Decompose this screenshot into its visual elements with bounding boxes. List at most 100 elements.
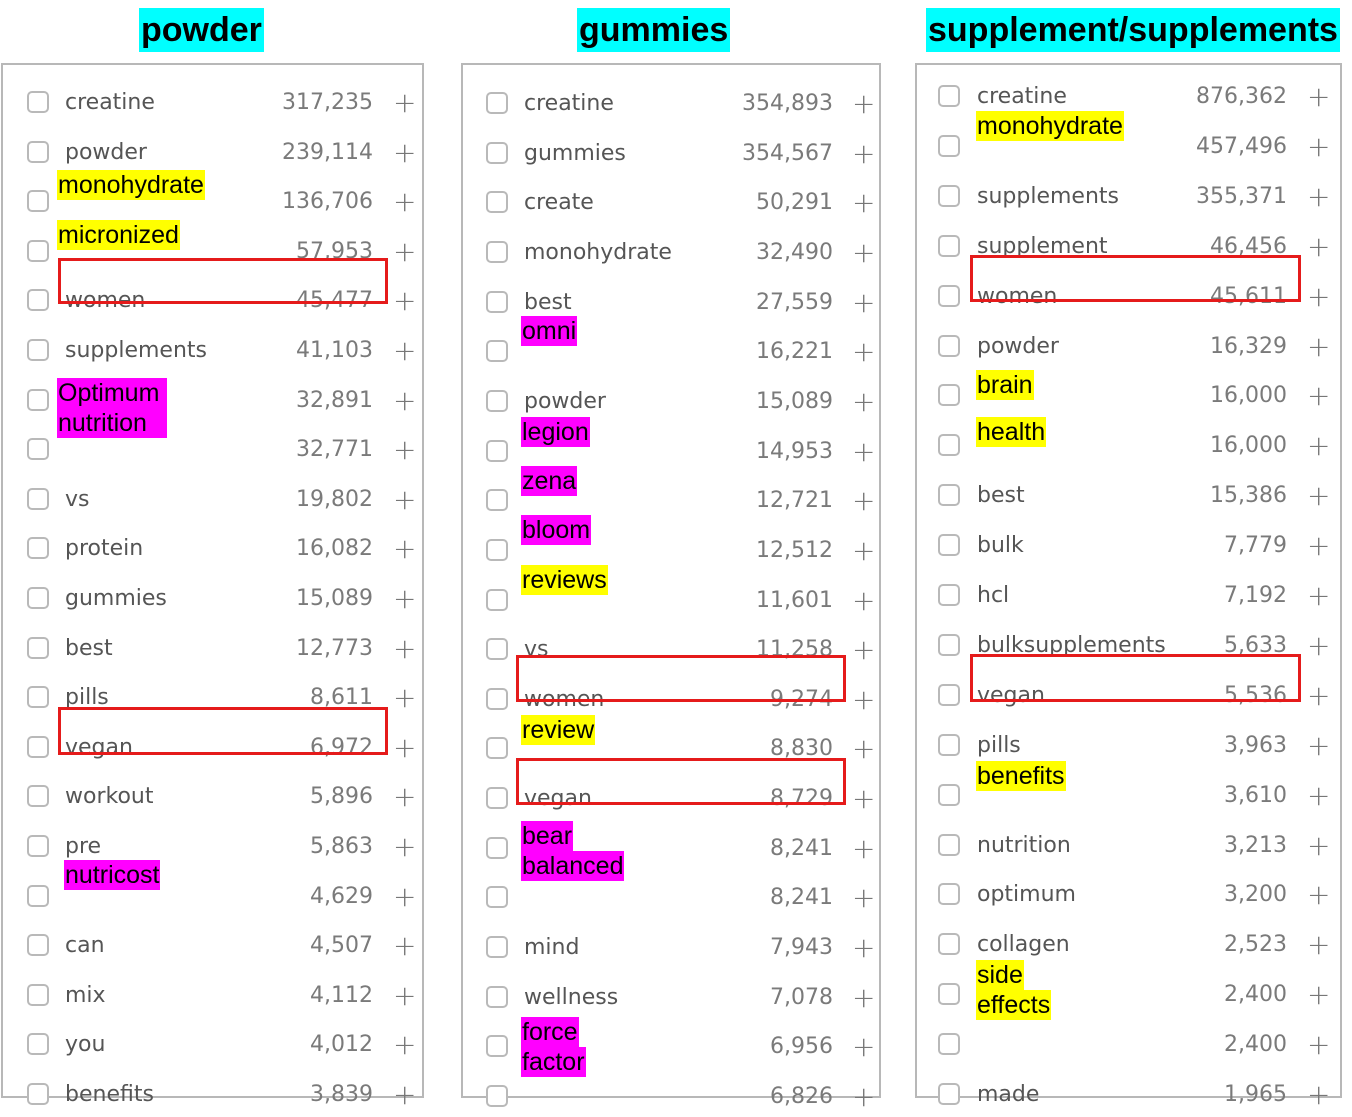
checkbox-icon[interactable] <box>938 883 960 905</box>
checkbox-icon[interactable] <box>27 339 49 361</box>
plus-icon[interactable]: + <box>1307 626 1330 666</box>
checkbox-icon[interactable] <box>938 384 960 406</box>
plus-icon[interactable]: + <box>1307 776 1330 816</box>
checkbox-icon[interactable] <box>486 390 508 412</box>
checkbox-icon[interactable] <box>486 539 508 561</box>
plus-icon[interactable]: + <box>1307 127 1330 167</box>
plus-icon[interactable]: + <box>1307 227 1330 267</box>
plus-icon[interactable]: + <box>393 430 416 470</box>
checkbox-icon[interactable] <box>938 584 960 606</box>
checkbox-icon[interactable] <box>486 688 508 710</box>
plus-icon[interactable]: + <box>852 332 875 372</box>
checkbox-icon[interactable] <box>27 289 49 311</box>
plus-icon[interactable]: + <box>852 1027 875 1067</box>
checkbox-icon[interactable] <box>938 135 960 157</box>
plus-icon[interactable]: + <box>393 926 416 966</box>
plus-icon[interactable]: + <box>852 134 875 174</box>
checkbox-icon[interactable] <box>938 434 960 456</box>
checkbox-icon[interactable] <box>486 142 508 164</box>
plus-icon[interactable]: + <box>393 1025 416 1065</box>
plus-icon[interactable]: + <box>393 232 416 272</box>
plus-icon[interactable]: + <box>852 978 875 1018</box>
checkbox-icon[interactable] <box>27 637 49 659</box>
checkbox-icon[interactable] <box>27 785 49 807</box>
plus-icon[interactable]: + <box>1307 77 1330 117</box>
plus-icon[interactable]: + <box>852 283 875 323</box>
plus-icon[interactable]: + <box>393 728 416 768</box>
plus-icon[interactable]: + <box>852 1077 875 1117</box>
checkbox-icon[interactable] <box>486 92 508 114</box>
checkbox-icon[interactable] <box>938 1083 960 1105</box>
checkbox-icon[interactable] <box>938 983 960 1005</box>
plus-icon[interactable]: + <box>852 481 875 521</box>
checkbox-icon[interactable] <box>938 634 960 656</box>
checkbox-icon[interactable] <box>486 191 508 213</box>
checkbox-icon[interactable] <box>486 1085 508 1107</box>
plus-icon[interactable]: + <box>852 729 875 769</box>
plus-icon[interactable]: + <box>852 581 875 621</box>
checkbox-icon[interactable] <box>27 736 49 758</box>
checkbox-icon[interactable] <box>938 834 960 856</box>
plus-icon[interactable]: + <box>393 529 416 569</box>
plus-icon[interactable]: + <box>852 779 875 819</box>
plus-icon[interactable]: + <box>852 84 875 124</box>
checkbox-icon[interactable] <box>27 389 49 411</box>
checkbox-icon[interactable] <box>486 986 508 1008</box>
checkbox-icon[interactable] <box>27 934 49 956</box>
plus-icon[interactable]: + <box>852 382 875 422</box>
checkbox-icon[interactable] <box>486 886 508 908</box>
plus-icon[interactable]: + <box>1307 726 1330 766</box>
plus-icon[interactable]: + <box>1307 925 1330 965</box>
plus-icon[interactable]: + <box>393 827 416 867</box>
plus-icon[interactable]: + <box>1307 576 1330 616</box>
checkbox-icon[interactable] <box>27 1033 49 1055</box>
checkbox-icon[interactable] <box>486 440 508 462</box>
checkbox-icon[interactable] <box>27 537 49 559</box>
checkbox-icon[interactable] <box>27 438 49 460</box>
checkbox-icon[interactable] <box>27 885 49 907</box>
plus-icon[interactable]: + <box>393 331 416 371</box>
plus-icon[interactable]: + <box>393 777 416 817</box>
plus-icon[interactable]: + <box>852 233 875 273</box>
plus-icon[interactable]: + <box>1307 476 1330 516</box>
checkbox-icon[interactable] <box>27 141 49 163</box>
checkbox-icon[interactable] <box>486 1035 508 1057</box>
checkbox-icon[interactable] <box>486 638 508 660</box>
plus-icon[interactable]: + <box>393 877 416 917</box>
plus-icon[interactable]: + <box>1307 676 1330 716</box>
plus-icon[interactable]: + <box>1307 376 1330 416</box>
plus-icon[interactable]: + <box>852 928 875 968</box>
checkbox-icon[interactable] <box>486 489 508 511</box>
checkbox-icon[interactable] <box>486 291 508 313</box>
plus-icon[interactable]: + <box>1307 526 1330 566</box>
checkbox-icon[interactable] <box>938 335 960 357</box>
plus-icon[interactable]: + <box>852 432 875 472</box>
plus-icon[interactable]: + <box>1307 1075 1330 1115</box>
plus-icon[interactable]: + <box>393 678 416 718</box>
plus-icon[interactable]: + <box>852 630 875 670</box>
checkbox-icon[interactable] <box>938 484 960 506</box>
plus-icon[interactable]: + <box>393 381 416 421</box>
checkbox-icon[interactable] <box>486 737 508 759</box>
plus-icon[interactable]: + <box>1307 975 1330 1015</box>
checkbox-icon[interactable] <box>27 984 49 1006</box>
checkbox-icon[interactable] <box>486 936 508 958</box>
plus-icon[interactable]: + <box>393 133 416 173</box>
checkbox-icon[interactable] <box>938 185 960 207</box>
plus-icon[interactable]: + <box>852 531 875 571</box>
checkbox-icon[interactable] <box>486 787 508 809</box>
checkbox-icon[interactable] <box>938 734 960 756</box>
plus-icon[interactable]: + <box>852 829 875 869</box>
checkbox-icon[interactable] <box>486 589 508 611</box>
checkbox-icon[interactable] <box>938 684 960 706</box>
plus-icon[interactable]: + <box>393 182 416 222</box>
checkbox-icon[interactable] <box>938 1033 960 1055</box>
checkbox-icon[interactable] <box>27 488 49 510</box>
plus-icon[interactable]: + <box>852 878 875 918</box>
plus-icon[interactable]: + <box>852 183 875 223</box>
plus-icon[interactable]: + <box>393 83 416 123</box>
checkbox-icon[interactable] <box>27 587 49 609</box>
plus-icon[interactable]: + <box>393 579 416 619</box>
plus-icon[interactable]: + <box>1307 327 1330 367</box>
checkbox-icon[interactable] <box>938 933 960 955</box>
